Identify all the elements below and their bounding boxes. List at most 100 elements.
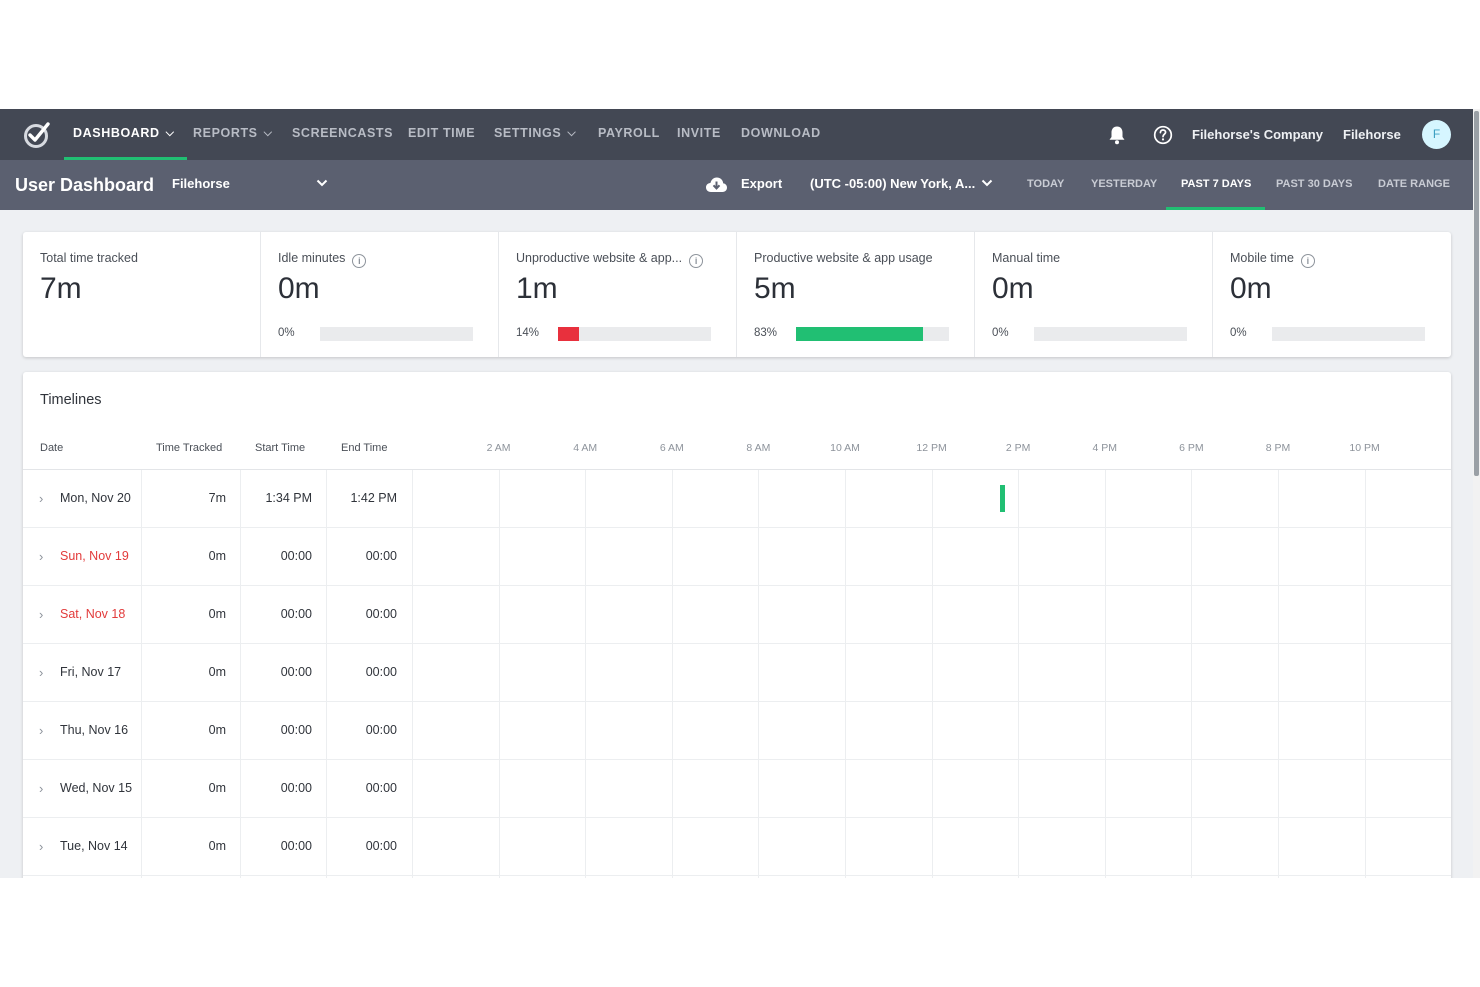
- nav-item-label: PAYROLL: [598, 126, 660, 140]
- nav-item-screencasts[interactable]: SCREENCASTS: [292, 109, 393, 160]
- username-label[interactable]: Filehorse: [1343, 109, 1401, 160]
- table-row[interactable]: › Wed, Nov 15 0m 00:00 00:00: [23, 760, 1451, 818]
- expand-chevron-icon[interactable]: ›: [39, 818, 43, 875]
- progress-bar: [796, 327, 949, 341]
- user-select[interactable]: Filehorse: [172, 160, 230, 208]
- table-row[interactable]: › Fri, Nov 17 0m 00:00 00:00: [23, 644, 1451, 702]
- nav-item-download[interactable]: DOWNLOAD: [741, 109, 821, 160]
- progress-bar-fill: [796, 327, 923, 341]
- row-start-time: 00:00: [280, 607, 312, 621]
- expand-chevron-icon[interactable]: ›: [39, 644, 43, 701]
- progress-bar: [558, 327, 711, 341]
- info-icon[interactable]: i: [352, 254, 367, 268]
- export-button[interactable]: Export: [741, 160, 782, 208]
- stat-percent: 14%: [516, 327, 540, 339]
- stat-percent: 83%: [754, 327, 778, 339]
- timelines-panel: Timelines Date Time Tracked Start Time E…: [23, 372, 1451, 878]
- row-end-time: 00:00: [365, 781, 397, 795]
- row-start-time: 00:00: [280, 723, 312, 737]
- scrollbar-thumb[interactable]: [1474, 111, 1479, 476]
- row-time-tracked: 0m: [208, 549, 226, 563]
- stat-label: Productive website & app usage: [754, 251, 933, 265]
- timezone-select[interactable]: (UTC -05:00) New York, A...: [810, 160, 975, 208]
- stat-label: Idle minutes i: [278, 251, 367, 268]
- nav-item-settings[interactable]: SETTINGS ⌵: [494, 109, 576, 160]
- timelines-title: Timelines: [40, 392, 102, 408]
- tab-yesterday[interactable]: YESTERDAY: [1091, 160, 1157, 210]
- info-icon[interactable]: i: [1300, 254, 1315, 268]
- top-navigation: DASHBOARD ⌵ REPORTS ⌵ SCREENCASTS EDIT TIME SE…: [0, 109, 1473, 160]
- company-name[interactable]: Filehorse's Company: [1192, 109, 1323, 160]
- avatar[interactable]: F: [1422, 120, 1451, 149]
- nav-item-reports[interactable]: REPORTS ⌵: [193, 109, 273, 160]
- hour-label: 6 PM: [1179, 442, 1204, 454]
- row-date: Fri, Nov 17: [60, 665, 122, 679]
- chevron-down-icon[interactable]: [980, 176, 994, 190]
- expand-chevron-icon[interactable]: ›: [39, 702, 43, 759]
- row-date: Mon, Nov 20: [60, 491, 131, 505]
- table-row[interactable]: [23, 876, 1451, 878]
- row-end-time: 1:42 PM: [350, 491, 397, 505]
- tab-date-range[interactable]: DATE RANGE: [1378, 160, 1450, 210]
- table-row[interactable]: › Mon, Nov 20 7m 1:34 PM 1:42 PM: [23, 470, 1451, 528]
- nav-item-label: SETTINGS: [494, 126, 562, 140]
- table-row[interactable]: › Sun, Nov 19 0m 00:00 00:00: [23, 528, 1451, 586]
- logo-check-icon[interactable]: [22, 121, 52, 148]
- table-row[interactable]: › Sat, Nov 18 0m 00:00 00:00: [23, 586, 1451, 644]
- stat-label: Mobile time i: [1230, 251, 1315, 268]
- stat-percent: 0%: [278, 327, 295, 339]
- stat-percent: 0%: [1230, 327, 1247, 339]
- tab-today[interactable]: TODAY: [1027, 160, 1064, 210]
- expand-chevron-icon[interactable]: ›: [39, 586, 43, 643]
- info-icon[interactable]: i: [689, 254, 704, 268]
- stat-value: 5m: [754, 272, 796, 305]
- stat-label: Total time tracked: [40, 251, 138, 265]
- nav-item-payroll[interactable]: PAYROLL: [598, 109, 660, 160]
- cloud-download-icon[interactable]: [705, 176, 728, 193]
- table-row[interactable]: › Thu, Nov 16 0m 00:00 00:00: [23, 702, 1451, 760]
- tab-past-7-days[interactable]: PAST 7 DAYS: [1165, 160, 1266, 210]
- column-header-start-time[interactable]: Start Time: [255, 442, 305, 454]
- row-start-time: 00:00: [280, 781, 312, 795]
- nav-item-invite[interactable]: INVITE: [677, 109, 721, 160]
- nav-item-label: REPORTS: [193, 126, 258, 140]
- stat-label-text: Productive website & app usage: [754, 251, 933, 265]
- stat-label: Unproductive website & app... i: [516, 251, 704, 268]
- hour-label: 6 AM: [659, 442, 684, 454]
- bell-icon[interactable]: [1108, 125, 1126, 145]
- nav-item-edit-time[interactable]: EDIT TIME: [408, 109, 475, 160]
- expand-chevron-icon[interactable]: ›: [39, 528, 43, 585]
- chevron-down-icon[interactable]: [315, 176, 329, 190]
- help-icon[interactable]: [1153, 125, 1173, 145]
- stat-card: Total time tracked 7m: [23, 232, 261, 357]
- row-start-time: 00:00: [280, 839, 312, 853]
- tab-past-30-days[interactable]: PAST 30 DAYS: [1276, 160, 1352, 210]
- stat-label-text: Idle minutes: [278, 251, 346, 265]
- stat-label-text: Total time tracked: [40, 251, 138, 265]
- row-start-time: 00:00: [280, 549, 312, 563]
- row-date: Sun, Nov 19: [60, 549, 129, 563]
- column-header-date[interactable]: Date: [40, 442, 63, 454]
- stat-card: Manual time 0m 0%: [975, 232, 1213, 357]
- stat-value: 7m: [40, 272, 82, 305]
- expand-chevron-icon[interactable]: ›: [39, 470, 43, 527]
- row-time-tracked: 0m: [208, 781, 226, 795]
- row-time-tracked: 0m: [208, 665, 226, 679]
- table-row[interactable]: › Tue, Nov 14 0m 00:00 00:00: [23, 818, 1451, 876]
- hour-label: 10 PM: [1349, 442, 1380, 454]
- nav-item-dashboard[interactable]: DASHBOARD ⌵: [64, 109, 187, 160]
- stat-value: 0m: [992, 272, 1034, 305]
- hour-label: 10 AM: [830, 442, 860, 454]
- hour-label: 2 AM: [486, 442, 511, 454]
- nav-item-label: DASHBOARD: [73, 126, 160, 140]
- stat-card: Mobile time i 0m 0%: [1213, 232, 1451, 357]
- stat-card: Idle minutes i 0m 0%: [261, 232, 499, 357]
- column-header-time-tracked[interactable]: Time Tracked: [156, 442, 222, 454]
- stat-card: Productive website & app usage 5m 83%: [737, 232, 975, 357]
- stat-card: Unproductive website & app... i 1m 14%: [499, 232, 737, 357]
- column-header-end-time[interactable]: End Time: [341, 442, 387, 454]
- expand-chevron-icon[interactable]: ›: [39, 760, 43, 817]
- activity-bar[interactable]: [999, 485, 1006, 512]
- hour-label: 8 AM: [746, 442, 771, 454]
- row-time-tracked: 7m: [208, 491, 226, 505]
